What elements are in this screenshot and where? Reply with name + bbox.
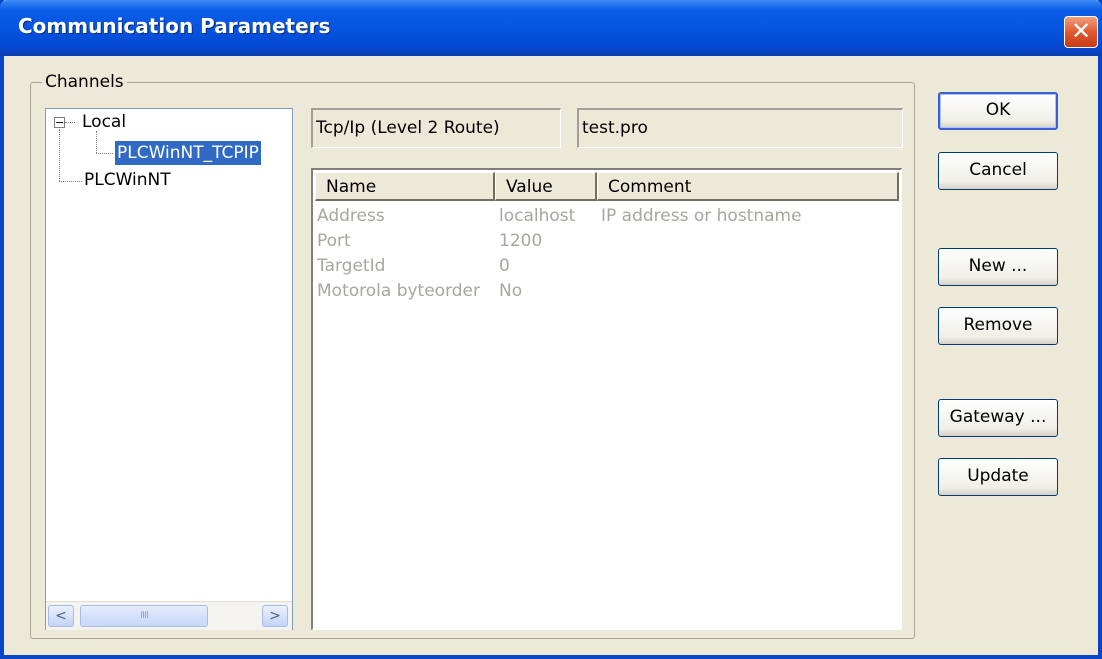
tree-node-local[interactable]: Local — [82, 112, 126, 132]
cell-name: Port — [317, 231, 351, 251]
column-header-value[interactable]: Value — [495, 172, 597, 201]
project-name-field: test.pro — [577, 108, 903, 148]
channels-group-label: Channels — [42, 72, 127, 92]
collapse-icon[interactable]: − — [54, 117, 65, 128]
cell-name: TargetId — [317, 256, 386, 276]
horizontal-scrollbar[interactable]: < IIII > — [46, 601, 292, 630]
close-icon: ✕ — [1070, 17, 1092, 45]
tree-line — [59, 129, 60, 181]
cell-comment: IP address or hostname — [601, 206, 802, 226]
update-button[interactable]: Update — [938, 458, 1058, 496]
cell-value: 1200 — [499, 231, 543, 251]
ok-button[interactable]: OK — [938, 92, 1058, 130]
column-header-name[interactable]: Name — [315, 172, 495, 201]
tree-line — [59, 181, 82, 182]
scroll-left-icon[interactable]: < — [48, 605, 74, 627]
cell-value: No — [499, 281, 523, 301]
cell-name: Address — [317, 206, 385, 226]
cell-value: localhost — [499, 206, 576, 226]
close-button[interactable]: ✕ — [1064, 16, 1098, 48]
gateway-button[interactable]: Gateway ... — [938, 399, 1058, 437]
window-title: Communication Parameters — [18, 14, 331, 38]
column-header-comment[interactable]: Comment — [597, 172, 899, 201]
cell-name: Motorola byteorder — [317, 281, 481, 301]
driver-name-field: Tcp/Ip (Level 2 Route) — [311, 108, 561, 148]
tree-line — [65, 122, 75, 123]
scroll-right-icon[interactable]: > — [262, 605, 288, 627]
tree-node-plcwinnt[interactable]: PLCWinNT — [84, 170, 171, 190]
title-bar[interactable]: Communication Parameters — [0, 0, 1102, 56]
scrollbar-thumb[interactable]: IIII — [80, 605, 208, 627]
new-button[interactable]: New ... — [938, 248, 1058, 286]
parameters-table: Name Value Comment Address localhost IP … — [311, 168, 902, 630]
remove-button[interactable]: Remove — [938, 307, 1058, 345]
tree-line — [96, 131, 97, 153]
cell-value: 0 — [499, 256, 510, 276]
cancel-button[interactable]: Cancel — [938, 152, 1058, 190]
tree-node-plcwinnt-tcpip[interactable]: PLCWinNT_TCPIP — [115, 141, 261, 165]
tree-line — [96, 153, 113, 154]
channels-tree[interactable]: − Local PLCWinNT_TCPIP PLCWinNT < IIII > — [45, 108, 293, 630]
